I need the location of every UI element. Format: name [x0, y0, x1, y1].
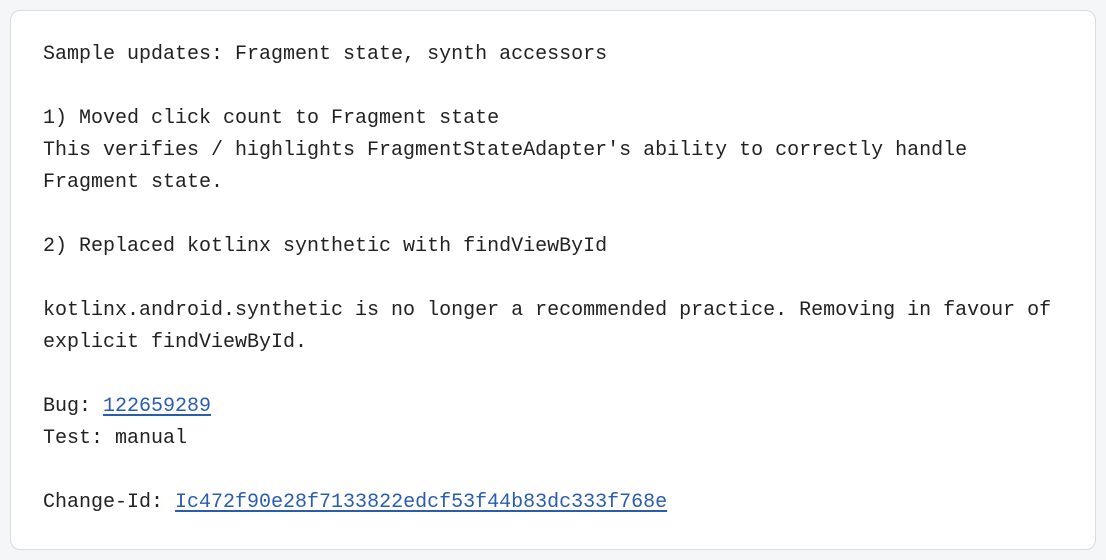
commit-body-line: 2) Replaced kotlinx synthetic with findV…: [43, 235, 607, 258]
commit-body-line: kotlinx.android.synthetic is no longer a…: [43, 299, 1063, 354]
commit-body-line: This verifies / highlights FragmentState…: [43, 139, 979, 194]
commit-title: Sample updates: Fragment state, synth ac…: [43, 43, 607, 66]
changeid-label: Change-Id:: [43, 491, 175, 514]
test-value: manual: [115, 427, 187, 450]
bug-link[interactable]: 122659289: [103, 395, 211, 418]
commit-message-card: Sample updates: Fragment state, synth ac…: [10, 10, 1096, 550]
test-label: Test:: [43, 427, 115, 450]
bug-label: Bug:: [43, 395, 103, 418]
changeid-link[interactable]: Ic472f90e28f7133822edcf53f44b83dc333f768…: [175, 491, 667, 514]
commit-body-line: 1) Moved click count to Fragment state: [43, 107, 499, 130]
